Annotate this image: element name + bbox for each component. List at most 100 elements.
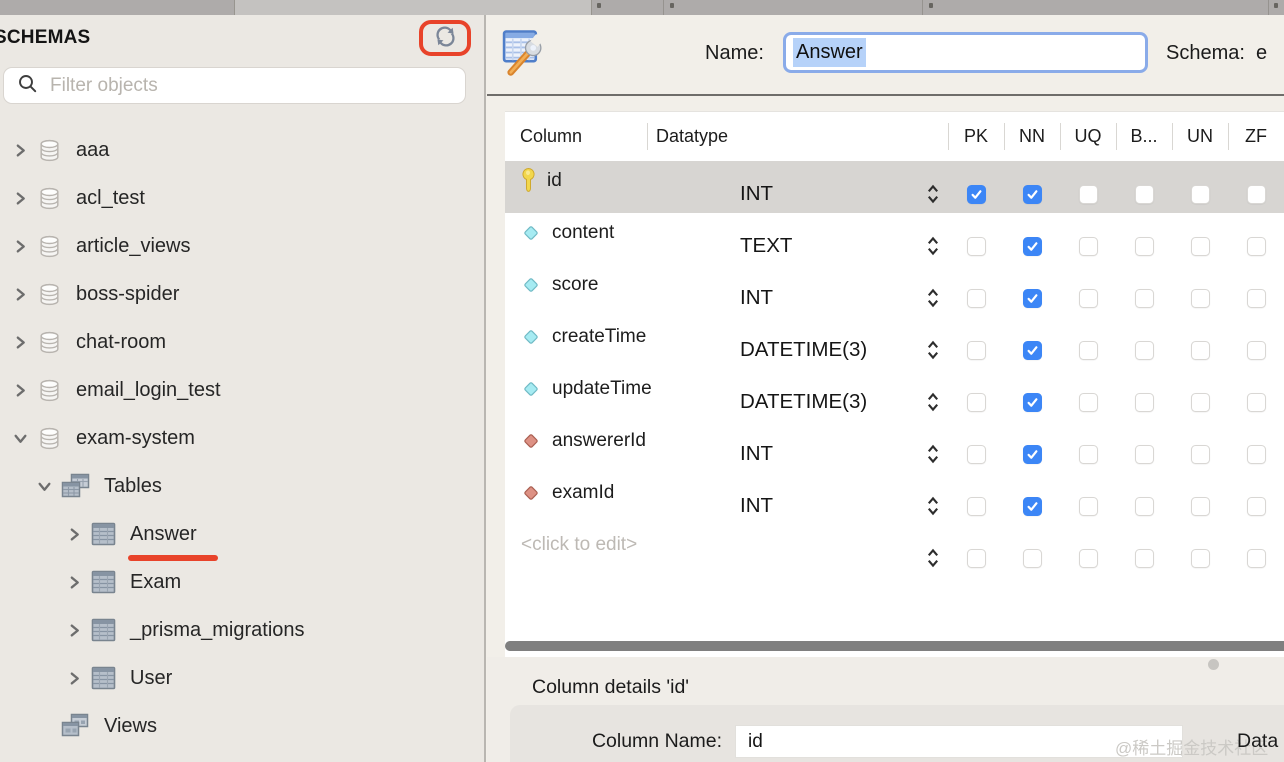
column-name-cell[interactable]: createTime (505, 317, 647, 356)
zf-checkbox[interactable] (1247, 497, 1266, 516)
b-checkbox[interactable] (1135, 549, 1154, 568)
sidebar-item-boss-spider[interactable]: boss-spider (0, 270, 484, 318)
column-row-updateTime[interactable]: updateTimeDATETIME(3) (505, 369, 1284, 421)
b-checkbox[interactable] (1135, 341, 1154, 360)
column-row-new[interactable]: <click to edit> (505, 525, 1284, 577)
un-checkbox[interactable] (1191, 497, 1210, 516)
nn-checkbox-checked[interactable] (1023, 289, 1042, 308)
zf-checkbox[interactable] (1247, 185, 1266, 204)
nn-checkbox-checked[interactable] (1023, 497, 1042, 516)
pk-checkbox[interactable] (967, 445, 986, 464)
sidebar-item-chat-room[interactable]: chat-room (0, 318, 484, 366)
sidebar-item--prisma-migrations[interactable]: _prisma_migrations (0, 606, 484, 654)
sidebar-item-article-views[interactable]: article_views (0, 222, 484, 270)
datatype-cell[interactable]: INT (647, 421, 918, 473)
chevron-right-icon[interactable] (64, 620, 84, 640)
sidebar-item-aaa[interactable]: aaa (0, 126, 484, 174)
sidebar-item-user[interactable]: User (0, 654, 484, 702)
pk-checkbox[interactable] (967, 549, 986, 568)
uq-checkbox[interactable] (1079, 289, 1098, 308)
column-row-content[interactable]: contentTEXT (505, 213, 1284, 265)
datatype-cell[interactable]: DATETIME(3) (647, 317, 918, 369)
uq-checkbox[interactable] (1079, 549, 1098, 568)
chevron-right-icon[interactable] (10, 188, 30, 208)
b-checkbox[interactable] (1135, 445, 1154, 464)
datatype-stepper[interactable] (918, 213, 948, 265)
un-checkbox[interactable] (1191, 237, 1210, 256)
column-name-input[interactable]: id (735, 725, 1183, 758)
zf-checkbox[interactable] (1247, 393, 1266, 412)
pk-checkbox[interactable] (967, 289, 986, 308)
sidebar-item-acl-test[interactable]: acl_test (0, 174, 484, 222)
column-row-score[interactable]: scoreINT (505, 265, 1284, 317)
datatype-stepper[interactable] (918, 525, 948, 577)
zf-checkbox[interactable] (1247, 445, 1266, 464)
column-row-createTime[interactable]: createTimeDATETIME(3) (505, 317, 1284, 369)
column-name-cell[interactable]: <click to edit> (505, 525, 647, 564)
sidebar-item-email-login-test[interactable]: email_login_test (0, 366, 484, 414)
pk-checkbox[interactable] (967, 341, 986, 360)
b-checkbox[interactable] (1135, 393, 1154, 412)
un-checkbox[interactable] (1191, 341, 1210, 360)
refresh-schemas-button[interactable] (432, 23, 459, 53)
sidebar-item-tables[interactable]: Tables (0, 462, 484, 510)
column-row-examId[interactable]: examIdINT (505, 473, 1284, 525)
chevron-right-icon[interactable] (10, 380, 30, 400)
zf-checkbox[interactable] (1247, 341, 1266, 360)
datatype-stepper[interactable] (918, 421, 948, 473)
datatype-stepper[interactable] (918, 369, 948, 421)
nn-checkbox-checked[interactable] (1023, 445, 1042, 464)
column-name-cell[interactable]: examId (505, 473, 647, 512)
column-row-answererId[interactable]: answererIdINT (505, 421, 1284, 473)
pk-checkbox[interactable] (967, 497, 986, 516)
uq-checkbox[interactable] (1079, 237, 1098, 256)
nn-checkbox[interactable] (1023, 549, 1042, 568)
column-name-cell[interactable]: answererId (505, 421, 647, 460)
sidebar-item-answer[interactable]: Answer (0, 510, 484, 558)
zf-checkbox[interactable] (1247, 549, 1266, 568)
uq-checkbox[interactable] (1079, 497, 1098, 516)
chevron-down-icon[interactable] (10, 428, 30, 448)
datatype-stepper[interactable] (918, 161, 948, 213)
nn-checkbox-checked[interactable] (1023, 237, 1042, 256)
datatype-stepper[interactable] (918, 473, 948, 525)
datatype-cell[interactable] (647, 525, 918, 577)
horizontal-scrollbar-thumb[interactable] (505, 641, 1284, 651)
b-checkbox[interactable] (1135, 185, 1154, 204)
uq-checkbox[interactable] (1079, 393, 1098, 412)
chevron-right-icon[interactable] (64, 668, 84, 688)
datatype-stepper[interactable] (918, 265, 948, 317)
column-name-cell[interactable]: content (505, 213, 647, 252)
chevron-right-icon[interactable] (64, 524, 84, 544)
datatype-cell[interactable]: INT (647, 265, 918, 317)
datatype-cell[interactable]: DATETIME(3) (647, 369, 918, 421)
un-checkbox[interactable] (1191, 289, 1210, 308)
un-checkbox[interactable] (1191, 393, 1210, 412)
column-name-cell[interactable]: updateTime (505, 369, 647, 408)
datatype-cell[interactable]: INT (647, 473, 918, 525)
chevron-right-icon[interactable] (64, 572, 84, 592)
column-name-cell[interactable]: score (505, 265, 647, 304)
sidebar-item-exam[interactable]: Exam (0, 558, 484, 606)
pk-checkbox[interactable] (967, 237, 986, 256)
column-row-id[interactable]: idINT (505, 161, 1284, 213)
un-checkbox[interactable] (1191, 185, 1210, 204)
un-checkbox[interactable] (1191, 549, 1210, 568)
datatype-cell[interactable]: TEXT (647, 213, 918, 265)
uq-checkbox[interactable] (1079, 445, 1098, 464)
zf-checkbox[interactable] (1247, 237, 1266, 256)
b-checkbox[interactable] (1135, 289, 1154, 308)
zf-checkbox[interactable] (1247, 289, 1266, 308)
table-name-input[interactable]: Answer (783, 32, 1148, 73)
chevron-right-icon[interactable] (10, 140, 30, 160)
b-checkbox[interactable] (1135, 497, 1154, 516)
pk-checkbox-checked[interactable] (967, 185, 986, 204)
datatype-stepper[interactable] (918, 317, 948, 369)
column-name-cell[interactable]: id (505, 161, 647, 200)
datatype-cell[interactable]: INT (647, 161, 918, 213)
pk-checkbox[interactable] (967, 393, 986, 412)
un-checkbox[interactable] (1191, 445, 1210, 464)
nn-checkbox-checked[interactable] (1023, 185, 1042, 204)
sidebar-item-views[interactable]: Views (0, 702, 484, 750)
b-checkbox[interactable] (1135, 237, 1154, 256)
